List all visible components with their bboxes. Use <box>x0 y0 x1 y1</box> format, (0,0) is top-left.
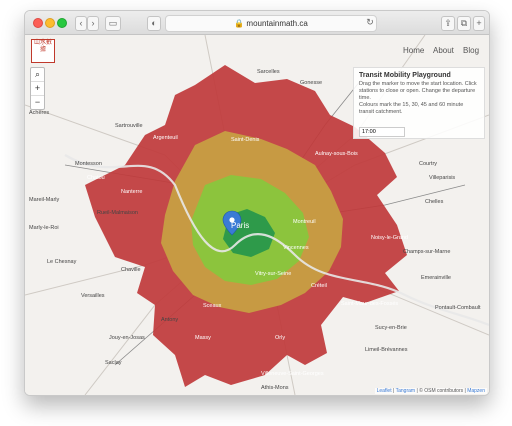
tabs-overview-icon[interactable]: ⧉ <box>457 16 471 31</box>
place-label: Argenteuil <box>153 135 178 141</box>
osm-credit: © OSM contributors <box>419 388 464 394</box>
place-label: Saint-Denis <box>231 137 260 143</box>
reload-icon[interactable]: ↻ <box>365 16 375 29</box>
chevron-left-icon[interactable]: ‹ <box>75 16 87 31</box>
center-city-label: Paris <box>231 221 250 230</box>
place-label: Saint-Maur-des-Fossés <box>341 301 399 307</box>
place-label: Athis-Mons <box>261 385 289 391</box>
place-label: Sceaux <box>203 303 222 309</box>
place-label: Mareil-Marly <box>29 197 60 203</box>
place-label: Antony <box>161 317 179 323</box>
lock-icon: 🔒 <box>234 19 247 28</box>
place-label: Chelles <box>425 199 444 205</box>
privacy-shield-icon[interactable]: ◐ <box>147 16 161 31</box>
place-label: Créteil <box>311 283 327 289</box>
place-label: Gonesse <box>300 80 323 86</box>
place-label: Sucy-en-Brie <box>375 325 407 331</box>
sidebar-toggle-icon[interactable]: ▭ <box>105 16 121 31</box>
place-label: Versailles <box>81 293 105 299</box>
site-logo[interactable]: 山水數據 <box>31 39 55 63</box>
place-label: Villeneuve-Saint-Georges <box>261 371 324 377</box>
address-bar[interactable]: 🔒 mountainmath.ca <box>165 15 377 32</box>
browser-window: ‹ › ▭ ◐ 🔒 mountainmath.ca ↻ ⇪ ⧉ + Paris … <box>24 10 490 396</box>
departure-time-input[interactable] <box>359 127 405 137</box>
zoom-in-button[interactable]: + <box>31 82 44 96</box>
page-content: Paris Sarcelles Gonesse Achères Sartrouv… <box>25 35 489 395</box>
panel-legend-text: Colours mark the 15, 30, 45 and 60 minut… <box>359 102 464 115</box>
panel-instructions: Drag the marker to move the start locati… <box>359 81 477 101</box>
chevron-right-icon[interactable]: › <box>87 16 99 31</box>
nav-blog-link[interactable]: Blog <box>463 46 479 55</box>
maximize-window-button[interactable] <box>57 18 67 28</box>
nav-home-link[interactable]: Home <box>403 46 424 55</box>
place-label: Massy <box>195 335 211 341</box>
place-label: Pontault-Combault <box>435 305 481 311</box>
leaflet-link[interactable]: Leaflet <box>377 388 392 394</box>
url-text: mountainmath.ca <box>246 19 308 28</box>
panel-title: Transit Mobility Playground <box>359 72 451 79</box>
place-label: Vitry-sur-Seine <box>255 271 292 277</box>
place-label: Sartrouville <box>115 123 143 129</box>
share-icon[interactable]: ⇪ <box>441 16 455 31</box>
place-label: Chaville <box>121 267 141 273</box>
search-icon[interactable]: ⌕ <box>31 68 44 82</box>
place-label: Le Chesnay <box>47 259 77 265</box>
tangram-link[interactable]: Tangram <box>396 388 415 394</box>
zoom-out-button[interactable]: − <box>31 96 44 109</box>
place-label: Nanterre <box>121 189 143 195</box>
close-window-button[interactable] <box>33 18 43 28</box>
place-label: Emerainville <box>421 275 451 281</box>
minimize-window-button[interactable] <box>45 18 55 28</box>
place-label: Orly <box>275 335 286 341</box>
map-attribution: Leaflet | Tangram | © OSM contributors |… <box>374 388 487 394</box>
map-controls: ⌕ + − <box>30 67 45 110</box>
place-label: Montesson <box>75 161 102 167</box>
mapzen-link[interactable]: Mapzen <box>467 388 485 394</box>
place-label: Saclay <box>105 360 122 366</box>
place-label: Marly-le-Roi <box>29 225 59 231</box>
info-panel: Transit Mobility Playground Drag the mar… <box>353 67 485 139</box>
place-label: Aulnay-sous-Bois <box>315 151 358 157</box>
place-label: Vincennes <box>283 245 309 251</box>
place-label: Jouy-en-Josas <box>109 335 145 341</box>
nav-about-link[interactable]: About <box>433 46 454 55</box>
site-header: 山水數據 Home About Blog <box>25 35 489 67</box>
place-label: Champs-sur-Marne <box>403 249 451 255</box>
place-label: Rueil-Malmaison <box>97 210 138 216</box>
place-label: Courtry <box>419 161 438 167</box>
place-label: Chatou <box>87 175 105 181</box>
place-label: Villeparisis <box>429 175 456 181</box>
place-label: Noisy-le-Grand <box>371 235 408 241</box>
browser-toolbar: ‹ › ▭ ◐ 🔒 mountainmath.ca ↻ ⇪ ⧉ + <box>25 11 489 35</box>
place-label: Montreuil <box>293 219 316 225</box>
place-label: Sarcelles <box>257 69 280 75</box>
place-label: Achères <box>29 110 50 116</box>
new-tab-icon[interactable]: + <box>473 16 485 31</box>
place-label: Limeil-Brévannes <box>365 347 408 353</box>
